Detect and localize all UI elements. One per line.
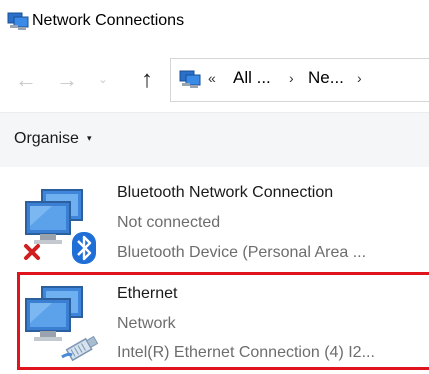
network-connections-icon bbox=[7, 12, 29, 30]
recent-locations-icon[interactable]: ⌄ bbox=[94, 70, 112, 90]
breadcrumb-separator[interactable]: › bbox=[357, 70, 362, 86]
connection-device: Intel(R) Ethernet Connection (4) I2... bbox=[117, 344, 375, 361]
up-arrow-icon[interactable]: ↑ bbox=[134, 66, 160, 94]
bluetooth-connection-icon bbox=[24, 189, 96, 264]
list-item-bluetooth-network-connection[interactable]: Bluetooth Network Connection Not connect… bbox=[0, 178, 429, 278]
back-arrow-icon[interactable]: ← bbox=[14, 68, 38, 92]
window-title: Network Connections bbox=[32, 12, 185, 29]
ethernet-connection-icon bbox=[25, 286, 99, 362]
organise-button[interactable]: Organise bbox=[14, 130, 79, 148]
connection-name: Ethernet bbox=[117, 285, 178, 302]
breadcrumb-all-control-panel-items[interactable]: All ... bbox=[233, 68, 271, 88]
forward-arrow-icon[interactable]: → bbox=[55, 68, 79, 92]
title-bar: Network Connections bbox=[0, 0, 429, 44]
breadcrumb-overflow[interactable]: « bbox=[208, 70, 216, 86]
list-item-ethernet[interactable]: Ethernet Network Intel(R) Ethernet Conne… bbox=[0, 272, 429, 374]
breadcrumb-separator[interactable]: › bbox=[289, 70, 294, 86]
command-bar: Organise ▾ bbox=[0, 112, 429, 167]
chevron-down-icon[interactable]: ▾ bbox=[87, 133, 92, 144]
connection-status: Not connected bbox=[117, 214, 221, 231]
address-bar[interactable]: « All ... › Ne... › bbox=[170, 58, 429, 102]
connection-status: Network bbox=[117, 315, 176, 332]
connection-name: Bluetooth Network Connection bbox=[117, 184, 334, 201]
network-folder-icon bbox=[179, 70, 201, 88]
connection-device: Bluetooth Device (Personal Area ... bbox=[117, 244, 367, 261]
breadcrumb-network-connections[interactable]: Ne... bbox=[308, 68, 344, 88]
